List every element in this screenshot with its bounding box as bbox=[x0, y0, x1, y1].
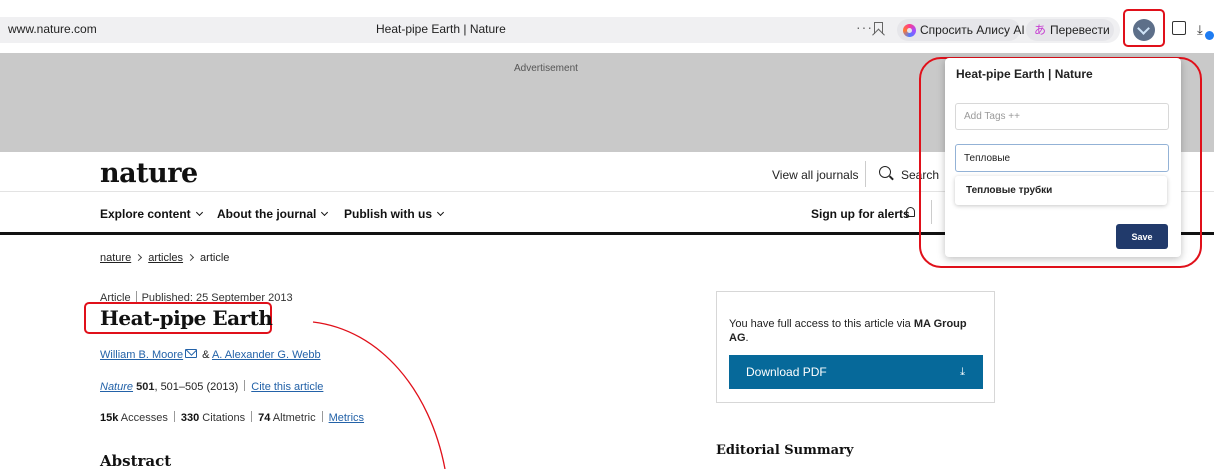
tag-search-input[interactable] bbox=[955, 144, 1169, 172]
popup-title: Heat-pipe Earth | Nature bbox=[956, 67, 1093, 81]
nav-label: Explore content bbox=[100, 207, 191, 221]
access-message: You have full access to this article via… bbox=[729, 317, 987, 345]
author-separator: & bbox=[199, 349, 212, 361]
breadcrumb: nature articles article bbox=[100, 252, 229, 264]
altmetric-label: Altmetric bbox=[270, 412, 316, 424]
ask-alisa-label: Спросить Алису AI bbox=[920, 23, 1025, 37]
bookmark-icon[interactable] bbox=[874, 22, 883, 34]
nav-label: About the journal bbox=[217, 207, 317, 221]
breadcrumb-nature[interactable]: nature bbox=[100, 252, 131, 264]
downloads-icon[interactable]: ⤓ bbox=[1197, 22, 1203, 38]
url-text[interactable]: www.nature.com bbox=[8, 22, 97, 36]
editorial-summary-heading: Editorial Summary bbox=[716, 443, 854, 458]
access-text-prefix: You have full access to this article via bbox=[729, 318, 914, 330]
accesses-label: Accesses bbox=[118, 412, 168, 424]
meta-separator bbox=[135, 291, 137, 302]
download-pdf-label: Download PDF bbox=[746, 365, 827, 379]
tag-suggestion-item[interactable]: Тепловые трубки bbox=[955, 176, 1167, 205]
translate-icon: あ bbox=[1034, 23, 1047, 37]
article-metrics: 15k Accesses 330 Citations 74 Altmetric Met… bbox=[100, 411, 364, 424]
access-text-suffix: . bbox=[745, 332, 749, 344]
download-icon: ⤓ bbox=[960, 366, 965, 378]
tag-extension-popup: Heat-pipe Earth | Nature Тепловые трубки… bbox=[945, 58, 1181, 257]
bell-icon[interactable] bbox=[906, 207, 915, 217]
alisa-icon bbox=[903, 24, 916, 37]
author-link-moore[interactable]: William B. Moore bbox=[100, 349, 183, 361]
nav-explore-content[interactable]: Explore content bbox=[100, 207, 203, 221]
volume-number: 501 bbox=[136, 381, 155, 393]
article-title: Heat-pipe Earth bbox=[100, 306, 273, 330]
metrics-separator bbox=[251, 411, 253, 422]
browser-toolbar: www.nature.com Heat-pipe Earth | Nature … bbox=[0, 0, 1214, 53]
translate-label: Перевести bbox=[1050, 23, 1110, 37]
chevron-down-icon bbox=[321, 208, 329, 217]
page-range: , 501–505 (2013) bbox=[154, 381, 239, 393]
save-button[interactable]: Save bbox=[1116, 224, 1168, 249]
page-title-in-addressbar: Heat-pipe Earth | Nature bbox=[376, 22, 506, 36]
chevron-right-icon bbox=[135, 253, 143, 262]
cite-article-link[interactable]: Cite this article bbox=[251, 381, 323, 393]
citation-separator bbox=[244, 380, 246, 391]
citations-label: Citations bbox=[199, 412, 246, 424]
journal-link[interactable]: Nature bbox=[100, 381, 133, 393]
search-icon[interactable] bbox=[879, 166, 891, 178]
chevron-down-icon bbox=[436, 208, 445, 217]
email-icon[interactable] bbox=[185, 349, 198, 358]
citation-line: Nature 501, 501–505 (2013) Cite this arti… bbox=[100, 380, 323, 393]
metrics-link[interactable]: Metrics bbox=[329, 412, 364, 424]
citations-count: 330 bbox=[180, 412, 200, 424]
breadcrumb-current: article bbox=[200, 252, 230, 264]
metrics-separator bbox=[321, 411, 323, 422]
altmetric-count: 74 bbox=[258, 412, 271, 424]
site-logo[interactable]: nature bbox=[100, 158, 198, 189]
author-link-webb[interactable]: A. Alexander G. Webb bbox=[212, 349, 321, 361]
nav-publish-with-us[interactable]: Publish with us bbox=[344, 207, 445, 221]
header-divider bbox=[865, 161, 866, 187]
metrics-separator bbox=[173, 411, 175, 422]
access-box: You have full access to this article via… bbox=[716, 291, 995, 403]
advertisement-label: Advertisement bbox=[514, 63, 578, 74]
accesses-count: 15k bbox=[100, 412, 119, 424]
nav-about-journal[interactable]: About the journal bbox=[217, 207, 329, 221]
download-pdf-button[interactable]: Download PDF ⤓ bbox=[729, 355, 983, 389]
author-list: William B. Moore & A. Alexander G. Webb bbox=[100, 349, 321, 361]
sign-up-alerts-link[interactable]: Sign up for alerts bbox=[811, 207, 910, 221]
chevron-right-icon bbox=[187, 253, 195, 262]
chevron-down-icon bbox=[195, 208, 203, 217]
extension-chevron-icon[interactable] bbox=[1133, 19, 1155, 41]
add-tags-input[interactable] bbox=[955, 103, 1169, 130]
more-options-icon[interactable]: ··· bbox=[856, 19, 873, 35]
abstract-heading: Abstract bbox=[100, 452, 172, 469]
translate-button[interactable]: あ Перевести bbox=[1026, 19, 1114, 41]
ask-alisa-button[interactable]: Спросить Алису AI bbox=[897, 19, 1025, 41]
downloads-badge bbox=[1205, 31, 1214, 40]
view-all-journals-link[interactable]: View all journals bbox=[772, 168, 859, 182]
extensions-puzzle-icon[interactable] bbox=[1172, 21, 1186, 35]
nav-label: Publish with us bbox=[344, 207, 433, 221]
annotation-curve bbox=[312, 321, 446, 469]
breadcrumb-articles[interactable]: articles bbox=[148, 252, 183, 264]
